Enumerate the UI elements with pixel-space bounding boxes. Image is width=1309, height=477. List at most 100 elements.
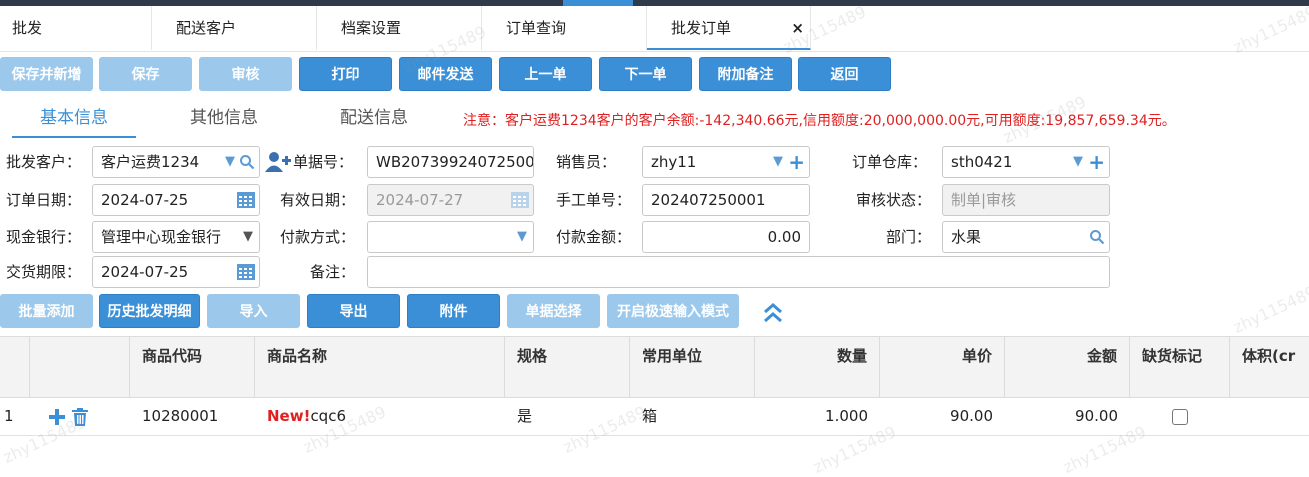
tab-wholesale-order[interactable]: 批发订单 × (647, 6, 811, 50)
col-qty[interactable]: 数量 (755, 337, 880, 397)
search-icon[interactable] (1089, 222, 1105, 252)
order-date-field[interactable]: 2024-07-25 (92, 184, 260, 216)
back-button[interactable]: 返回 (798, 57, 891, 91)
tab-order-query[interactable]: 订单查询 (482, 6, 647, 50)
chevron-down-icon[interactable]: ▼ (1073, 147, 1083, 177)
cash-bank-select[interactable]: 管理中心现金银行 ▼ (92, 221, 260, 253)
history-detail-button[interactable]: 历史批发明细 (99, 294, 200, 328)
cell-spec[interactable]: 是 (505, 398, 630, 435)
search-icon[interactable] (239, 147, 255, 177)
col-price[interactable]: 单价 (880, 337, 1005, 397)
select-doc-button[interactable]: 单据选择 (507, 294, 600, 328)
warehouse-value: sth0421 (951, 153, 1013, 171)
tab-archive-settings[interactable]: 档案设置 (317, 6, 482, 50)
doc-no-value: WB20739924072500 (376, 153, 534, 171)
double-chevron-up-icon[interactable] (763, 302, 783, 328)
chevron-down-icon[interactable]: ▼ (225, 147, 235, 177)
calendar-icon[interactable] (237, 257, 255, 287)
col-unit[interactable]: 常用单位 (630, 337, 755, 397)
customer-field[interactable]: 客户运费1234 ▼ (92, 146, 260, 178)
save-and-new-button[interactable]: 保存并新增 (0, 57, 93, 91)
manual-no-value: 202407250001 (651, 191, 766, 209)
close-icon[interactable]: × (791, 6, 804, 50)
cell-amount[interactable]: 90.00 (1005, 398, 1130, 435)
audit-button[interactable]: 审核 (199, 57, 292, 91)
calendar-icon[interactable] (511, 185, 529, 215)
chevron-down-icon[interactable]: ▼ (243, 222, 253, 252)
next-order-button[interactable]: 下一单 (599, 57, 692, 91)
col-name[interactable]: 商品名称 (255, 337, 505, 397)
tab-delivery-customer[interactable]: 配送客户 (152, 6, 317, 50)
plus-icon[interactable]: + (788, 147, 805, 177)
prev-order-button[interactable]: 上一单 (499, 57, 592, 91)
cell-shortage (1130, 398, 1230, 435)
cell-unit[interactable]: 箱 (630, 398, 755, 435)
cash-bank-value: 管理中心现金银行 (101, 228, 222, 246)
pay-method-select[interactable]: ▼ (367, 221, 534, 253)
valid-date-field[interactable]: 2024-07-27 (367, 184, 534, 216)
print-button[interactable]: 打印 (299, 57, 392, 91)
import-button[interactable]: 导入 (207, 294, 300, 328)
cell-price[interactable]: 90.00 (880, 398, 1005, 435)
warehouse-field[interactable]: sth0421 ▼ + (942, 146, 1110, 178)
audit-status-label: 审核状态： (856, 191, 932, 209)
shortage-checkbox[interactable] (1172, 408, 1188, 425)
batch-add-button[interactable]: 批量添加 (0, 294, 93, 328)
cell-code[interactable]: 10280001 (130, 398, 255, 435)
delivery-date-value: 2024-07-25 (101, 263, 189, 281)
tab-delivery-info[interactable]: 配送信息 (312, 100, 436, 136)
tab-label: 批发 (12, 19, 43, 37)
save-button[interactable]: 保存 (99, 57, 192, 91)
pay-amount-field[interactable]: 0.00 (642, 221, 810, 253)
warehouse-label: 订单仓库： (852, 153, 928, 171)
row-index: 1 (4, 407, 14, 425)
product-name: cqc6 (310, 407, 346, 425)
col-amount[interactable]: 金额 (1005, 337, 1130, 397)
balance-notice: 注意：客户运费1234客户的客户余额:-142,340.66元,信用额度:20,… (463, 113, 1176, 129)
watermark: zhy115489 (1230, 282, 1309, 337)
pay-method-label: 付款方式： (280, 228, 356, 246)
trash-icon[interactable] (71, 407, 89, 426)
cell-qty[interactable]: 1.000 (755, 398, 880, 435)
tab-label: 配送客户 (176, 19, 237, 37)
col-code[interactable]: 商品代码 (130, 337, 255, 397)
chevron-down-icon[interactable]: ▼ (773, 147, 783, 177)
doc-no-label: 单据号： (293, 153, 354, 171)
email-send-button[interactable]: 邮件发送 (399, 57, 492, 91)
delivery-date-field[interactable]: 2024-07-25 (92, 256, 260, 288)
salesman-field[interactable]: zhy11 ▼ + (642, 146, 810, 178)
tab-label: 档案设置 (341, 19, 402, 37)
attachment-button[interactable]: 附件 (407, 294, 500, 328)
manual-no-label: 手工单号： (556, 191, 632, 209)
fast-input-mode-button[interactable]: 开启极速输入模式 (607, 294, 739, 328)
audit-status-field: 制单|审核 (942, 184, 1110, 216)
tab-wholesale[interactable]: 批发 (0, 6, 152, 50)
dept-field[interactable]: 水果 (942, 221, 1110, 253)
col-shortage[interactable]: 缺货标记 (1130, 337, 1230, 397)
tab-basic-info[interactable]: 基本信息 (12, 100, 136, 138)
order-date-value: 2024-07-25 (101, 191, 189, 209)
manual-no-field[interactable]: 202407250001 (642, 184, 810, 216)
col-spec[interactable]: 规格 (505, 337, 630, 397)
add-note-button[interactable]: 附加备注 (699, 57, 792, 91)
valid-date-value: 2024-07-27 (376, 191, 464, 209)
col-volume[interactable]: 体积(cr (1230, 337, 1309, 397)
table-row[interactable]: 1 10280001 New!cqc6 是 箱 1.000 90.00 90.0… (0, 398, 1309, 436)
cell-name[interactable]: New!cqc6 (255, 398, 505, 435)
pay-amount-value: 0.00 (767, 228, 801, 246)
export-button[interactable]: 导出 (307, 294, 400, 328)
tab-other-info[interactable]: 其他信息 (162, 100, 286, 136)
customer-label: 批发客户： (6, 153, 82, 171)
plus-icon[interactable] (48, 407, 66, 425)
remark-field[interactable] (367, 256, 1110, 288)
col-index (0, 337, 30, 397)
plus-icon[interactable]: + (1088, 147, 1105, 177)
info-tabs: 基本信息 其他信息 配送信息 注意：客户运费1234客户的客户余额:-142,3… (0, 100, 1309, 138)
calendar-icon[interactable] (237, 185, 255, 215)
remark-label: 备注： (310, 263, 356, 281)
cash-bank-label: 现金银行： (6, 228, 82, 246)
add-customer-icon[interactable] (265, 151, 291, 177)
order-date-label: 订单日期： (6, 191, 82, 209)
doc-no-field[interactable]: WB20739924072500 (367, 146, 534, 178)
chevron-down-icon[interactable]: ▼ (517, 222, 527, 252)
